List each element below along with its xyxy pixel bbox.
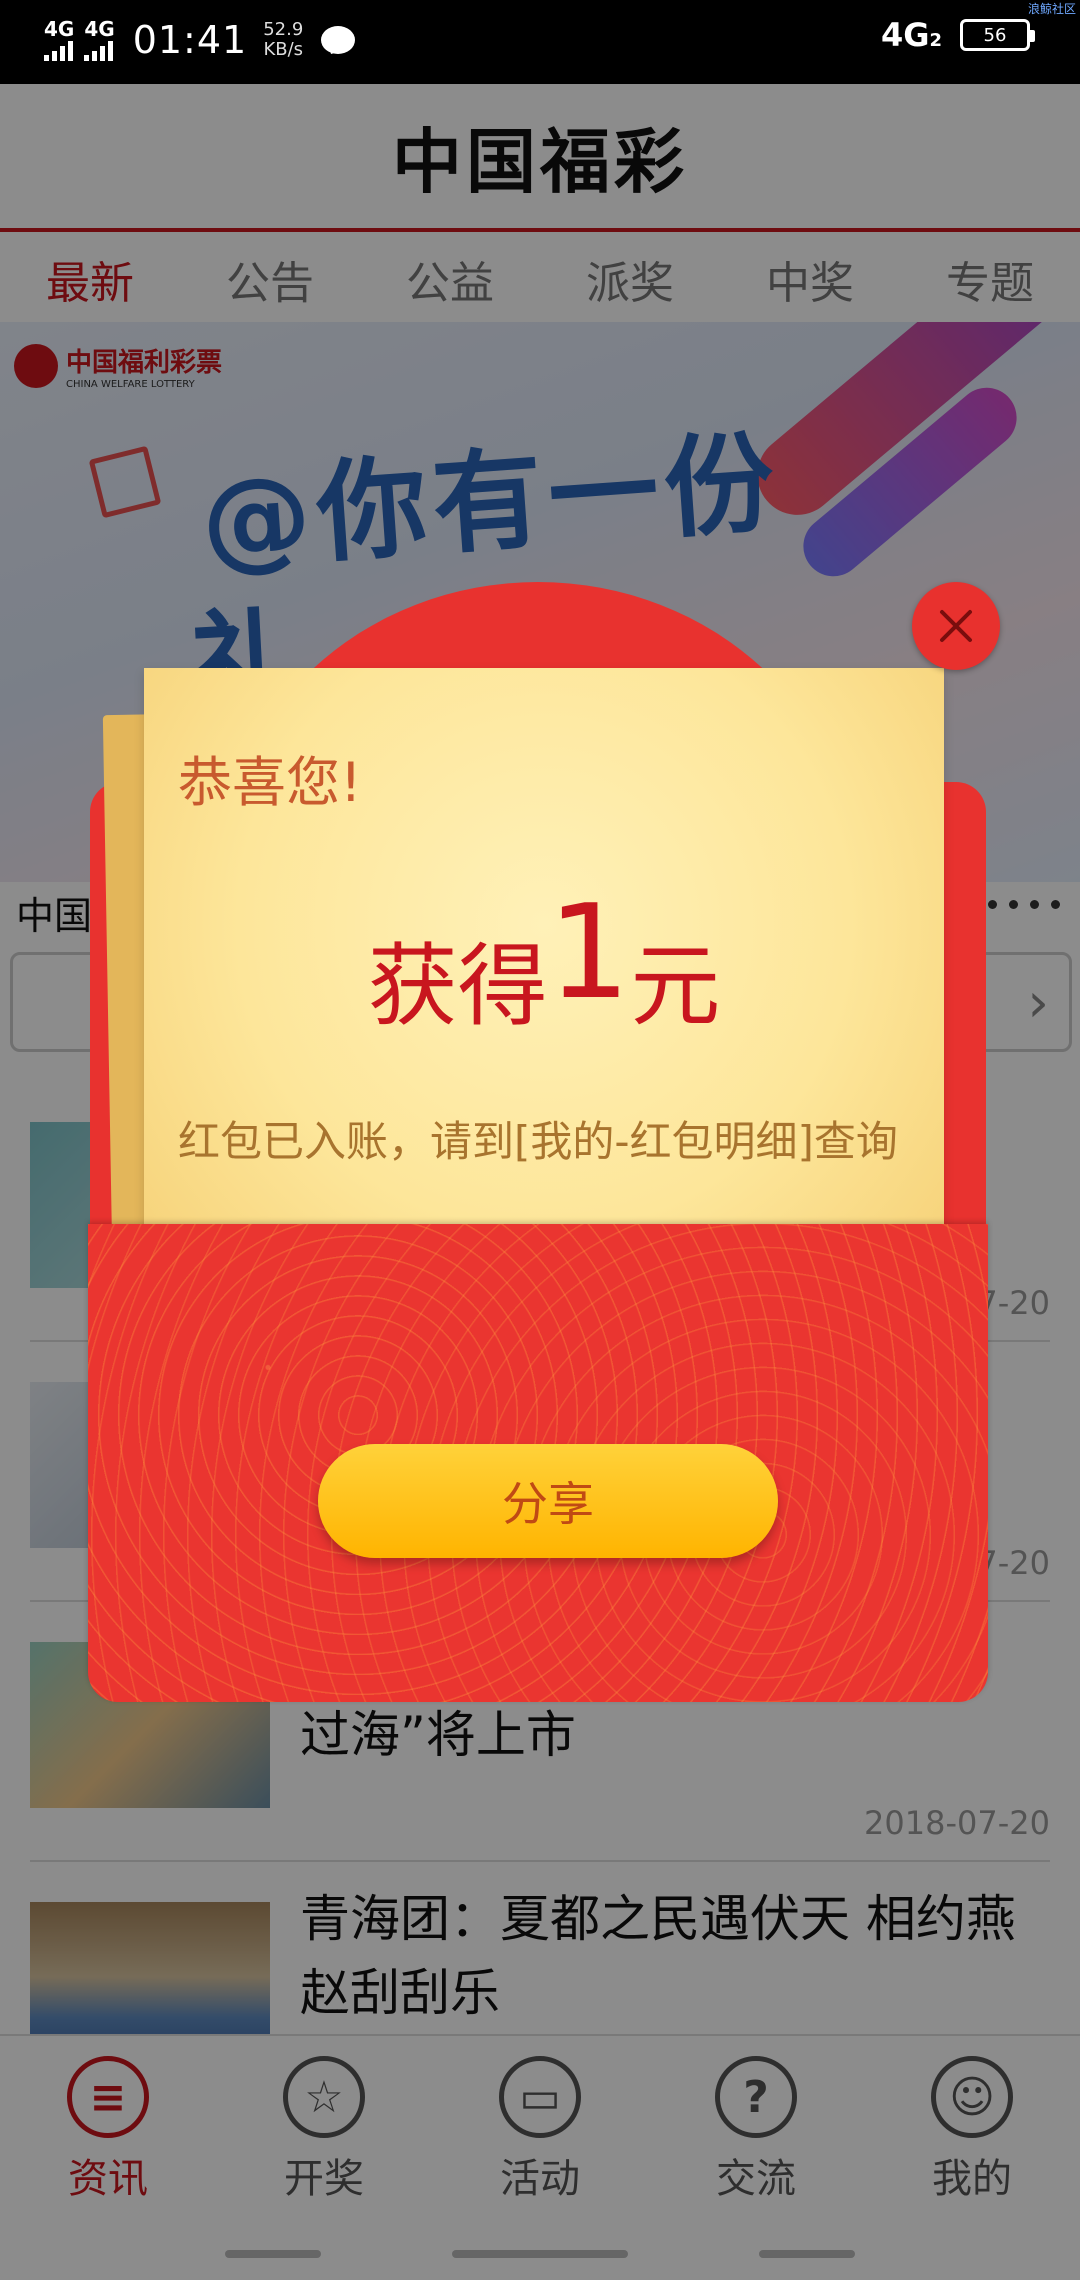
amount-prefix: 获得 (367, 934, 548, 1039)
battery-icon: 56 (960, 19, 1035, 51)
mobile-type-label: 4G (880, 16, 930, 54)
share-button[interactable]: 分享 (318, 1444, 778, 1558)
reward-card: 恭喜您! 获得1元 红包已入账，请到[我的-红包明细]查询 (144, 668, 944, 1308)
mobile-network-type: 4G2 (881, 16, 942, 54)
mobile-sub-label: 2 (929, 30, 942, 51)
network-speed: 52.9 KB/s (263, 20, 303, 60)
reward-note: 红包已入账，请到[我的-红包明细]查询 (178, 1117, 898, 1166)
reward-amount: 获得1元 (144, 876, 944, 1048)
amount-suffix: 元 (630, 934, 721, 1039)
watermark: 浪鲸社区 (1027, 2, 1076, 16)
clock: 01:41 (132, 18, 248, 62)
signal-bars-icon (84, 39, 114, 61)
signal-1: 4G (44, 19, 74, 61)
amount-value: 1 (547, 876, 631, 1028)
status-left: 4G 4G 01:41 52.9 KB/s (44, 17, 356, 62)
signal-2: 4G (84, 17, 115, 61)
status-right: 4G2 56 (881, 16, 1035, 54)
speed-value: 52.9 (263, 19, 304, 40)
signal-bars-icon (44, 39, 73, 61)
chat-notification-icon (321, 26, 356, 54)
speed-unit: KB/s (263, 39, 304, 60)
network-label-1: 4G (44, 17, 75, 41)
battery-level: 56 (983, 24, 1007, 46)
congrats-text: 恭喜您! (178, 751, 362, 814)
status-bar: 4G 4G 01:41 52.9 KB/s 4G2 56 浪鲸社区 (0, 0, 1080, 84)
red-packet-modal: 恭喜您! 获得1元 红包已入账，请到[我的-红包明细]查询 分享 (88, 582, 1000, 1702)
close-icon[interactable] (912, 582, 1000, 670)
network-label-2: 4G (84, 17, 115, 41)
